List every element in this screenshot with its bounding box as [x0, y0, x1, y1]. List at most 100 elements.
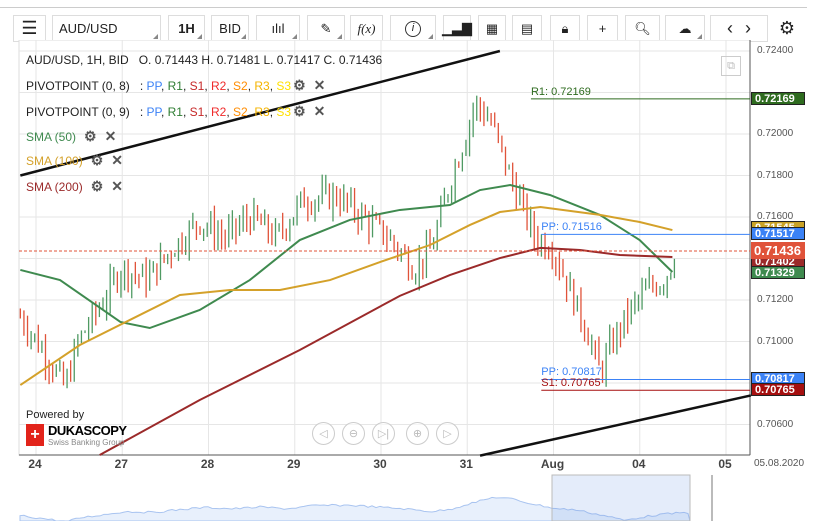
maximize-button[interactable]: ⧉: [721, 56, 741, 76]
pivot-level-label: R1: [167, 78, 183, 93]
date-tick-label: 24: [28, 457, 42, 471]
zoom-in-icon: ⊕: [412, 428, 423, 440]
price-tick-label: 0.71200: [757, 294, 794, 305]
close-icon[interactable]: ✕: [314, 77, 326, 94]
close-icon[interactable]: ✕: [314, 103, 326, 120]
indicator-name: SMA (200): [26, 179, 83, 194]
chart-type-button[interactable]: ılıl: [256, 15, 300, 42]
upload-button[interactable]: ☁: [665, 15, 705, 42]
lock-icon: 🔒︎: [561, 20, 569, 36]
pivot-level-label: R2: [211, 78, 227, 93]
timeframe-value: 1H: [178, 21, 195, 36]
indicator-name: PIVOTPOINT (0, 8): [26, 78, 130, 93]
indicator-legend: PIVOTPOINT (0, 9) : PP, R1, S1, R2, S2, R…: [26, 103, 325, 120]
crosshair-button[interactable]: +: [587, 15, 618, 42]
dukascopy-logo: Powered by + DUKASCOPY Swiss Banking Grou…: [26, 409, 127, 447]
zoom-in-button[interactable]: ⊕: [406, 422, 429, 445]
close-icon[interactable]: ✕: [105, 128, 117, 145]
settings-button[interactable]: ⚙: [774, 15, 800, 42]
brand-name: DUKASCOPY: [48, 423, 127, 438]
ohlc-text: AUD/USD, 1H, BID O. 0.71443 H. 0.71481 L…: [26, 53, 383, 67]
timeframe-select[interactable]: 1H: [168, 15, 205, 42]
indicators-button[interactable]: f(x): [350, 15, 383, 42]
gear-icon[interactable]: ⚙: [84, 128, 97, 145]
skip-end-icon: ▷|: [377, 428, 390, 440]
zoom-chart-button[interactable]: 🔍︎: [625, 15, 660, 42]
scroll-right-button[interactable]: ▷: [436, 422, 459, 445]
date-tick-label: 30: [373, 457, 387, 471]
price-tick-label: 0.72000: [757, 128, 794, 139]
chevron-left-icon[interactable]: ‹: [727, 18, 733, 39]
info-button[interactable]: i: [390, 15, 436, 42]
indicator-name: PIVOTPOINT (0, 9): [26, 104, 130, 119]
expand-icon: ⧉: [727, 60, 735, 72]
gear-icon[interactable]: ⚙: [91, 152, 104, 169]
scroll-end-button[interactable]: ▷|: [372, 422, 395, 445]
price-tick-label: 0.70600: [757, 418, 794, 430]
calendar-icon: ▦: [485, 20, 499, 36]
date-tick-label: 28: [200, 457, 215, 471]
hamburger-icon: ☰: [21, 18, 38, 38]
scroll-buttons[interactable]: ‹ ›: [710, 15, 768, 42]
close-icon[interactable]: ✕: [111, 178, 123, 195]
pivot-level-label: S1: [189, 78, 205, 93]
swiss-cross-icon: +: [26, 424, 44, 446]
price-badge: 0.70765: [751, 383, 805, 397]
scroll-left-button[interactable]: ◁: [312, 422, 335, 445]
pivot-level-label: R2: [211, 104, 227, 119]
fx-icon: f(x): [357, 20, 376, 36]
price-badge: 0.71329: [751, 266, 805, 280]
menu-button[interactable]: ☰: [13, 15, 46, 42]
price-tick-label: 0.72400: [757, 45, 794, 56]
report-icon: ▤: [520, 20, 534, 36]
pivot-level-label: S3: [276, 104, 292, 119]
calendar-button[interactable]: ▦: [478, 15, 506, 42]
side-select[interactable]: BID: [211, 15, 249, 42]
indicator-legend: SMA (200) ⚙ ✕: [26, 178, 123, 195]
pencil-icon: ✎: [320, 20, 332, 36]
powered-by-text: Powered by: [26, 409, 85, 421]
top-divider: [0, 7, 807, 8]
pivot-level-label: PP: [146, 78, 161, 93]
pivot-level-text: R1: 0.72169: [530, 85, 591, 98]
close-icon[interactable]: ✕: [111, 152, 123, 169]
price-tick-label: 0.71600: [757, 211, 794, 222]
candles-icon: ılıl: [271, 21, 285, 36]
current-date: 05.08.2020: [754, 458, 805, 469]
pivot-levels: : PP, R1, S1, R2, S2, R3, S3: [139, 78, 292, 93]
date-tick-label: 04: [632, 457, 646, 471]
date-tick-label: 27: [114, 457, 128, 471]
gear-icon[interactable]: ⚙: [293, 77, 306, 94]
pivot-levels: : PP, R1, S1, R2, S2, R3, S3: [139, 104, 292, 119]
indicator-legend: PIVOTPOINT (0, 8) : PP, R1, S1, R2, S2, R…: [26, 77, 325, 94]
date-tick-label: 29: [287, 457, 301, 471]
gear-icon[interactable]: ⚙: [91, 178, 104, 195]
zoom-out-button[interactable]: ⊖: [342, 422, 365, 445]
pivot-level-text: PP: 0.71516: [541, 221, 602, 234]
price-badge: 0.71436: [751, 242, 805, 260]
pivot-level-label: S3: [276, 78, 292, 93]
indicator-name: SMA (50): [26, 129, 77, 144]
ohlc-header: AUD/USD, 1H, BID O. 0.71443 H. 0.71481 L…: [26, 53, 382, 67]
date-tick-label: Aug: [540, 457, 565, 471]
pivot-level-label: PP: [146, 104, 161, 119]
pivot-level-label: S2: [233, 104, 248, 119]
crosshair-icon: +: [598, 21, 607, 36]
price-tick-label: 0.71800: [757, 169, 794, 181]
side-value: BID: [219, 21, 241, 36]
volume-button[interactable]: ▁▃▇: [442, 15, 472, 42]
gear-icon[interactable]: ⚙: [293, 103, 306, 120]
price-badge: 0.71517: [751, 227, 805, 241]
pivot-level-label: R1: [167, 104, 183, 119]
draw-button[interactable]: ✎: [307, 15, 345, 42]
lock-button[interactable]: 🔒︎: [550, 15, 580, 42]
indicator-name: SMA (100): [26, 153, 83, 168]
bar-chart-icon: ▁▃▇: [442, 20, 472, 36]
triangle-left-icon: ◁: [319, 428, 328, 440]
symbol-select[interactable]: AUD/USD: [52, 15, 161, 42]
gear-icon: ⚙: [778, 18, 796, 38]
indicator-legend: SMA (50) ⚙ ✕: [26, 128, 116, 145]
report-button[interactable]: ▤: [512, 15, 542, 42]
zoom-out-icon: ⊖: [348, 428, 359, 440]
chevron-right-icon[interactable]: ›: [745, 18, 751, 39]
